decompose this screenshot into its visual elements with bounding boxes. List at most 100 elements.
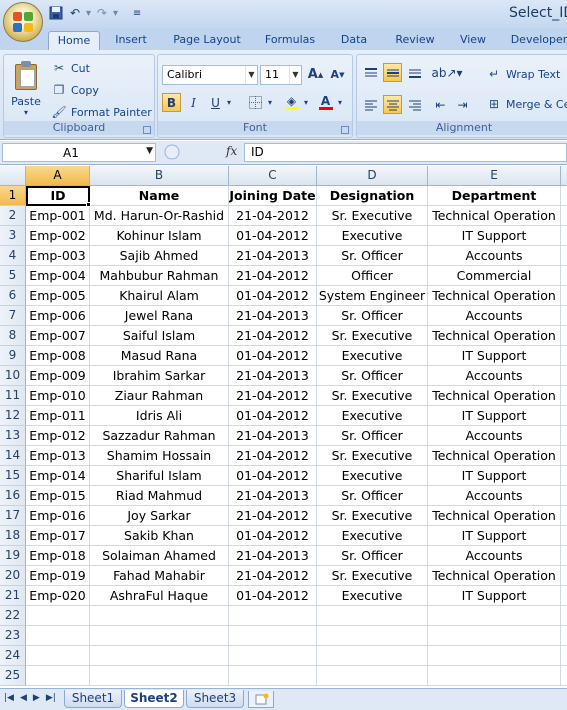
table-cell[interactable]: 21-04-2012: [229, 266, 317, 286]
table-cell[interactable]: [561, 486, 567, 506]
first-sheet-icon[interactable]: |◀: [4, 693, 14, 703]
table-cell[interactable]: [317, 606, 428, 626]
table-cell[interactable]: System Engineer: [317, 286, 428, 306]
row-header[interactable]: 17: [0, 506, 26, 526]
underline-dropdown-icon[interactable]: ▾: [224, 93, 234, 112]
row-header[interactable]: 18: [0, 526, 26, 546]
header-cell[interactable]: Name: [90, 186, 229, 206]
tab-insert[interactable]: Insert: [106, 31, 156, 50]
table-cell[interactable]: AshraFul Haque: [90, 586, 229, 606]
table-cell[interactable]: Technical Operation: [428, 566, 561, 586]
select-all-corner[interactable]: [0, 166, 26, 186]
table-cell[interactable]: Technical Operation: [428, 506, 561, 526]
table-cell[interactable]: Technical Operation: [428, 286, 561, 306]
table-cell[interactable]: IT Support: [428, 586, 561, 606]
undo-icon[interactable]: ↶: [67, 5, 83, 21]
table-cell[interactable]: Sr. Executive: [317, 386, 428, 406]
table-cell[interactable]: Emp-002: [26, 226, 90, 246]
table-cell[interactable]: Sr. Officer: [317, 246, 428, 266]
table-cell[interactable]: 21-04-2012: [229, 566, 317, 586]
align-middle-button[interactable]: [383, 63, 402, 82]
table-cell[interactable]: Accounts: [428, 306, 561, 326]
shrink-font-button[interactable]: A ▼: [328, 65, 347, 84]
borders-button[interactable]: [246, 93, 265, 112]
table-cell[interactable]: Emp-015: [26, 486, 90, 506]
row-header[interactable]: 10: [0, 366, 26, 386]
sheet-tab-sheet3[interactable]: Sheet3: [186, 690, 244, 708]
table-cell[interactable]: [561, 426, 567, 446]
decrease-indent-button[interactable]: ⇤: [431, 95, 450, 114]
row-header[interactable]: 13: [0, 426, 26, 446]
row-header[interactable]: 5: [0, 266, 26, 286]
table-cell[interactable]: [561, 386, 567, 406]
table-cell[interactable]: Emp-014: [26, 466, 90, 486]
borders-dropdown-icon[interactable]: ▾: [265, 93, 275, 112]
tab-view[interactable]: View: [452, 31, 494, 50]
table-cell[interactable]: Officer: [317, 266, 428, 286]
table-cell[interactable]: Sazzadur Rahman: [90, 426, 229, 446]
increase-indent-button[interactable]: ⇥: [453, 95, 472, 114]
table-cell[interactable]: Joy Sarkar: [90, 506, 229, 526]
table-cell[interactable]: IT Support: [428, 406, 561, 426]
table-cell[interactable]: Sr. Executive: [317, 206, 428, 226]
copy-button[interactable]: ❐ Copy: [52, 81, 99, 99]
table-cell[interactable]: [561, 586, 567, 606]
table-cell[interactable]: Saiful Islam: [90, 326, 229, 346]
italic-button[interactable]: I: [184, 93, 203, 112]
merge-center-button[interactable]: ⊞ Merge & Center: [487, 95, 567, 113]
table-cell[interactable]: Accounts: [428, 426, 561, 446]
table-cell[interactable]: 21-04-2013: [229, 486, 317, 506]
table-cell[interactable]: [561, 646, 567, 666]
table-cell[interactable]: 01-04-2012: [229, 406, 317, 426]
table-cell[interactable]: Executive: [317, 466, 428, 486]
table-cell[interactable]: Masud Rana: [90, 346, 229, 366]
fill-color-button[interactable]: ◈: [282, 91, 301, 110]
table-cell[interactable]: Emp-001: [26, 206, 90, 226]
table-cell[interactable]: Technical Operation: [428, 386, 561, 406]
table-cell[interactable]: Executive: [317, 526, 428, 546]
redo-dropdown-icon[interactable]: ▾: [113, 8, 118, 19]
table-cell[interactable]: Sr. Executive: [317, 566, 428, 586]
row-header[interactable]: 1: [0, 186, 26, 206]
row-header[interactable]: 11: [0, 386, 26, 406]
format-painter-button[interactable]: 🖌 Format Painter: [51, 103, 151, 121]
fill-handle[interactable]: [86, 202, 91, 207]
table-cell[interactable]: Sr. Executive: [317, 446, 428, 466]
tab-home[interactable]: Home: [48, 31, 100, 50]
table-cell[interactable]: Fahad Mahabir: [90, 566, 229, 586]
table-cell[interactable]: Sajib Ahmed: [90, 246, 229, 266]
table-cell[interactable]: Emp-019: [26, 566, 90, 586]
table-cell[interactable]: [561, 446, 567, 466]
table-cell[interactable]: Accounts: [428, 486, 561, 506]
align-top-button[interactable]: [361, 63, 380, 82]
table-cell[interactable]: Emp-004: [26, 266, 90, 286]
table-cell[interactable]: Executive: [317, 586, 428, 606]
sheet-tab-sheet1[interactable]: Sheet1: [64, 690, 122, 708]
table-cell[interactable]: [90, 666, 229, 686]
table-cell[interactable]: [561, 326, 567, 346]
table-cell[interactable]: Jewel Rana: [90, 306, 229, 326]
clipboard-launcher-icon[interactable]: [143, 126, 151, 134]
table-cell[interactable]: Accounts: [428, 246, 561, 266]
undo-dropdown-icon[interactable]: ▾: [86, 8, 91, 19]
font-name-select[interactable]: Calibri ▼: [162, 65, 258, 85]
table-cell[interactable]: Sr. Officer: [317, 426, 428, 446]
table-cell[interactable]: [229, 626, 317, 646]
row-header[interactable]: 21: [0, 586, 26, 606]
row-header[interactable]: 4: [0, 246, 26, 266]
redo-icon[interactable]: ↷: [94, 5, 110, 21]
row-header[interactable]: 2: [0, 206, 26, 226]
sheet-tab-sheet2[interactable]: Sheet2: [124, 690, 184, 708]
table-cell[interactable]: 21-04-2012: [229, 206, 317, 226]
next-sheet-icon[interactable]: ▶: [33, 693, 40, 703]
table-cell[interactable]: Emp-006: [26, 306, 90, 326]
table-cell[interactable]: Emp-012: [26, 426, 90, 446]
table-cell[interactable]: 01-04-2012: [229, 466, 317, 486]
fill-color-dropdown-icon[interactable]: ▾: [301, 93, 311, 112]
row-header[interactable]: 25: [0, 666, 26, 686]
tab-page-layout[interactable]: Page Layout: [164, 31, 250, 50]
table-cell[interactable]: Executive: [317, 406, 428, 426]
insert-function-button[interactable]: fx: [226, 144, 237, 158]
table-cell[interactable]: Technical Operation: [428, 326, 561, 346]
header-cell[interactable]: ID: [26, 186, 90, 206]
